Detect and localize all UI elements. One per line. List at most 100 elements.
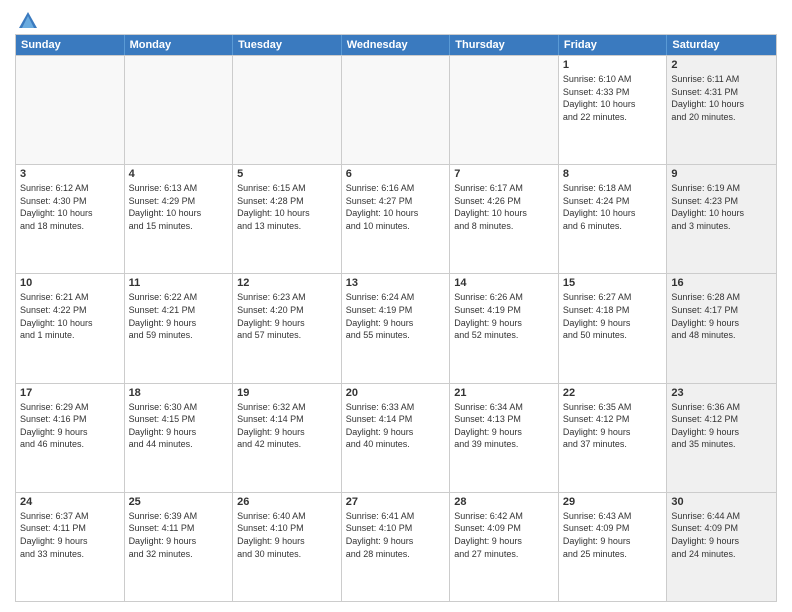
day-cell-23: 23 Sunrise: 6:36 AM Sunset: 4:12 PM Dayli… [667, 384, 776, 492]
day-info: Sunrise: 6:32 AM Sunset: 4:14 PM Dayligh… [237, 401, 337, 451]
day-info: Sunrise: 6:11 AM Sunset: 4:31 PM Dayligh… [671, 73, 772, 123]
day-number: 21 [454, 387, 554, 399]
day-cell-29: 29 Sunrise: 6:43 AM Sunset: 4:09 PM Dayli… [559, 493, 668, 601]
day-number: 12 [237, 277, 337, 289]
logo-icon [17, 10, 39, 32]
day-cell-17: 17 Sunrise: 6:29 AM Sunset: 4:16 PM Dayli… [16, 384, 125, 492]
day-info: Sunrise: 6:22 AM Sunset: 4:21 PM Dayligh… [129, 291, 229, 341]
day-cell-13: 13 Sunrise: 6:24 AM Sunset: 4:19 PM Dayli… [342, 274, 451, 382]
day-number: 25 [129, 496, 229, 508]
day-number: 18 [129, 387, 229, 399]
day-info: Sunrise: 6:27 AM Sunset: 4:18 PM Dayligh… [563, 291, 663, 341]
day-number: 26 [237, 496, 337, 508]
day-number: 6 [346, 168, 446, 180]
day-info: Sunrise: 6:42 AM Sunset: 4:09 PM Dayligh… [454, 510, 554, 560]
day-number: 5 [237, 168, 337, 180]
day-info: Sunrise: 6:21 AM Sunset: 4:22 PM Dayligh… [20, 291, 120, 341]
empty-cell-0-0 [16, 56, 125, 164]
header-day-tuesday: Tuesday [233, 35, 342, 55]
day-cell-16: 16 Sunrise: 6:28 AM Sunset: 4:17 PM Dayli… [667, 274, 776, 382]
day-cell-3: 3Sunrise: 6:12 AM Sunset: 4:30 PM Daylig… [16, 165, 125, 273]
calendar: SundayMondayTuesdayWednesdayThursdayFrid… [15, 34, 777, 602]
day-cell-8: 8 Sunrise: 6:18 AM Sunset: 4:24 PM Daylig… [559, 165, 668, 273]
day-cell-22: 22Sunrise: 6:35 AM Sunset: 4:12 PM Dayli… [559, 384, 668, 492]
day-info: Sunrise: 6:33 AM Sunset: 4:14 PM Dayligh… [346, 401, 446, 451]
page: SundayMondayTuesdayWednesdayThursdayFrid… [0, 0, 792, 612]
day-cell-18: 18 Sunrise: 6:30 AM Sunset: 4:15 PM Dayli… [125, 384, 234, 492]
day-info: Sunrise: 6:36 AM Sunset: 4:12 PM Dayligh… [671, 401, 772, 451]
logo [15, 10, 39, 28]
header [15, 10, 777, 28]
day-cell-10: 10 Sunrise: 6:21 AM Sunset: 4:22 PM Dayli… [16, 274, 125, 382]
day-cell-9: 9 Sunrise: 6:19 AM Sunset: 4:23 PM Daylig… [667, 165, 776, 273]
day-info: Sunrise: 6:26 AM Sunset: 4:19 PM Dayligh… [454, 291, 554, 341]
calendar-row-2: 10 Sunrise: 6:21 AM Sunset: 4:22 PM Dayli… [16, 273, 776, 382]
day-number: 16 [671, 277, 772, 289]
header-day-thursday: Thursday [450, 35, 559, 55]
day-cell-6: 6 Sunrise: 6:16 AM Sunset: 4:27 PM Daylig… [342, 165, 451, 273]
day-info: Sunrise: 6:16 AM Sunset: 4:27 PM Dayligh… [346, 182, 446, 232]
day-number: 15 [563, 277, 663, 289]
calendar-row-4: 24 Sunrise: 6:37 AM Sunset: 4:11 PM Dayli… [16, 492, 776, 601]
header-day-friday: Friday [559, 35, 668, 55]
day-number: 13 [346, 277, 446, 289]
day-number: 23 [671, 387, 772, 399]
day-number: 20 [346, 387, 446, 399]
day-cell-1: 1 Sunrise: 6:10 AM Sunset: 4:33 PM Daylig… [559, 56, 668, 164]
day-number: 2 [671, 59, 772, 71]
day-info: Sunrise: 6:17 AM Sunset: 4:26 PM Dayligh… [454, 182, 554, 232]
day-info: Sunrise: 6:37 AM Sunset: 4:11 PM Dayligh… [20, 510, 120, 560]
day-cell-14: 14 Sunrise: 6:26 AM Sunset: 4:19 PM Dayli… [450, 274, 559, 382]
day-info: Sunrise: 6:12 AM Sunset: 4:30 PM Dayligh… [20, 182, 120, 232]
day-info: Sunrise: 6:23 AM Sunset: 4:20 PM Dayligh… [237, 291, 337, 341]
day-info: Sunrise: 6:18 AM Sunset: 4:24 PM Dayligh… [563, 182, 663, 232]
day-info: Sunrise: 6:15 AM Sunset: 4:28 PM Dayligh… [237, 182, 337, 232]
day-info: Sunrise: 6:19 AM Sunset: 4:23 PM Dayligh… [671, 182, 772, 232]
day-cell-25: 25Sunrise: 6:39 AM Sunset: 4:11 PM Dayli… [125, 493, 234, 601]
day-cell-24: 24 Sunrise: 6:37 AM Sunset: 4:11 PM Dayli… [16, 493, 125, 601]
day-cell-28: 28 Sunrise: 6:42 AM Sunset: 4:09 PM Dayli… [450, 493, 559, 601]
day-number: 10 [20, 277, 120, 289]
day-number: 22 [563, 387, 663, 399]
header-day-monday: Monday [125, 35, 234, 55]
day-cell-30: 30Sunrise: 6:44 AM Sunset: 4:09 PM Dayli… [667, 493, 776, 601]
day-cell-12: 12 Sunrise: 6:23 AM Sunset: 4:20 PM Dayli… [233, 274, 342, 382]
day-cell-26: 26 Sunrise: 6:40 AM Sunset: 4:10 PM Dayli… [233, 493, 342, 601]
day-info: Sunrise: 6:10 AM Sunset: 4:33 PM Dayligh… [563, 73, 663, 123]
calendar-row-3: 17 Sunrise: 6:29 AM Sunset: 4:16 PM Dayli… [16, 383, 776, 492]
day-cell-19: 19Sunrise: 6:32 AM Sunset: 4:14 PM Dayli… [233, 384, 342, 492]
empty-cell-0-3 [342, 56, 451, 164]
day-number: 8 [563, 168, 663, 180]
day-number: 28 [454, 496, 554, 508]
calendar-row-0: 1 Sunrise: 6:10 AM Sunset: 4:33 PM Daylig… [16, 55, 776, 164]
day-cell-20: 20 Sunrise: 6:33 AM Sunset: 4:14 PM Dayli… [342, 384, 451, 492]
day-cell-7: 7 Sunrise: 6:17 AM Sunset: 4:26 PM Daylig… [450, 165, 559, 273]
empty-cell-0-1 [125, 56, 234, 164]
calendar-header: SundayMondayTuesdayWednesdayThursdayFrid… [16, 35, 776, 55]
day-cell-5: 5 Sunrise: 6:15 AM Sunset: 4:28 PM Daylig… [233, 165, 342, 273]
day-info: Sunrise: 6:43 AM Sunset: 4:09 PM Dayligh… [563, 510, 663, 560]
day-info: Sunrise: 6:40 AM Sunset: 4:10 PM Dayligh… [237, 510, 337, 560]
day-cell-21: 21 Sunrise: 6:34 AM Sunset: 4:13 PM Dayli… [450, 384, 559, 492]
day-info: Sunrise: 6:24 AM Sunset: 4:19 PM Dayligh… [346, 291, 446, 341]
day-number: 1 [563, 59, 663, 71]
day-info: Sunrise: 6:29 AM Sunset: 4:16 PM Dayligh… [20, 401, 120, 451]
calendar-row-1: 3Sunrise: 6:12 AM Sunset: 4:30 PM Daylig… [16, 164, 776, 273]
day-info: Sunrise: 6:30 AM Sunset: 4:15 PM Dayligh… [129, 401, 229, 451]
day-number: 7 [454, 168, 554, 180]
day-number: 9 [671, 168, 772, 180]
calendar-body: 1 Sunrise: 6:10 AM Sunset: 4:33 PM Daylig… [16, 55, 776, 601]
day-info: Sunrise: 6:34 AM Sunset: 4:13 PM Dayligh… [454, 401, 554, 451]
day-number: 24 [20, 496, 120, 508]
day-cell-4: 4Sunrise: 6:13 AM Sunset: 4:29 PM Daylig… [125, 165, 234, 273]
header-day-saturday: Saturday [667, 35, 776, 55]
day-info: Sunrise: 6:13 AM Sunset: 4:29 PM Dayligh… [129, 182, 229, 232]
day-number: 30 [671, 496, 772, 508]
day-number: 11 [129, 277, 229, 289]
empty-cell-0-4 [450, 56, 559, 164]
day-number: 17 [20, 387, 120, 399]
day-number: 29 [563, 496, 663, 508]
day-number: 14 [454, 277, 554, 289]
day-cell-15: 15 Sunrise: 6:27 AM Sunset: 4:18 PM Dayli… [559, 274, 668, 382]
day-info: Sunrise: 6:28 AM Sunset: 4:17 PM Dayligh… [671, 291, 772, 341]
